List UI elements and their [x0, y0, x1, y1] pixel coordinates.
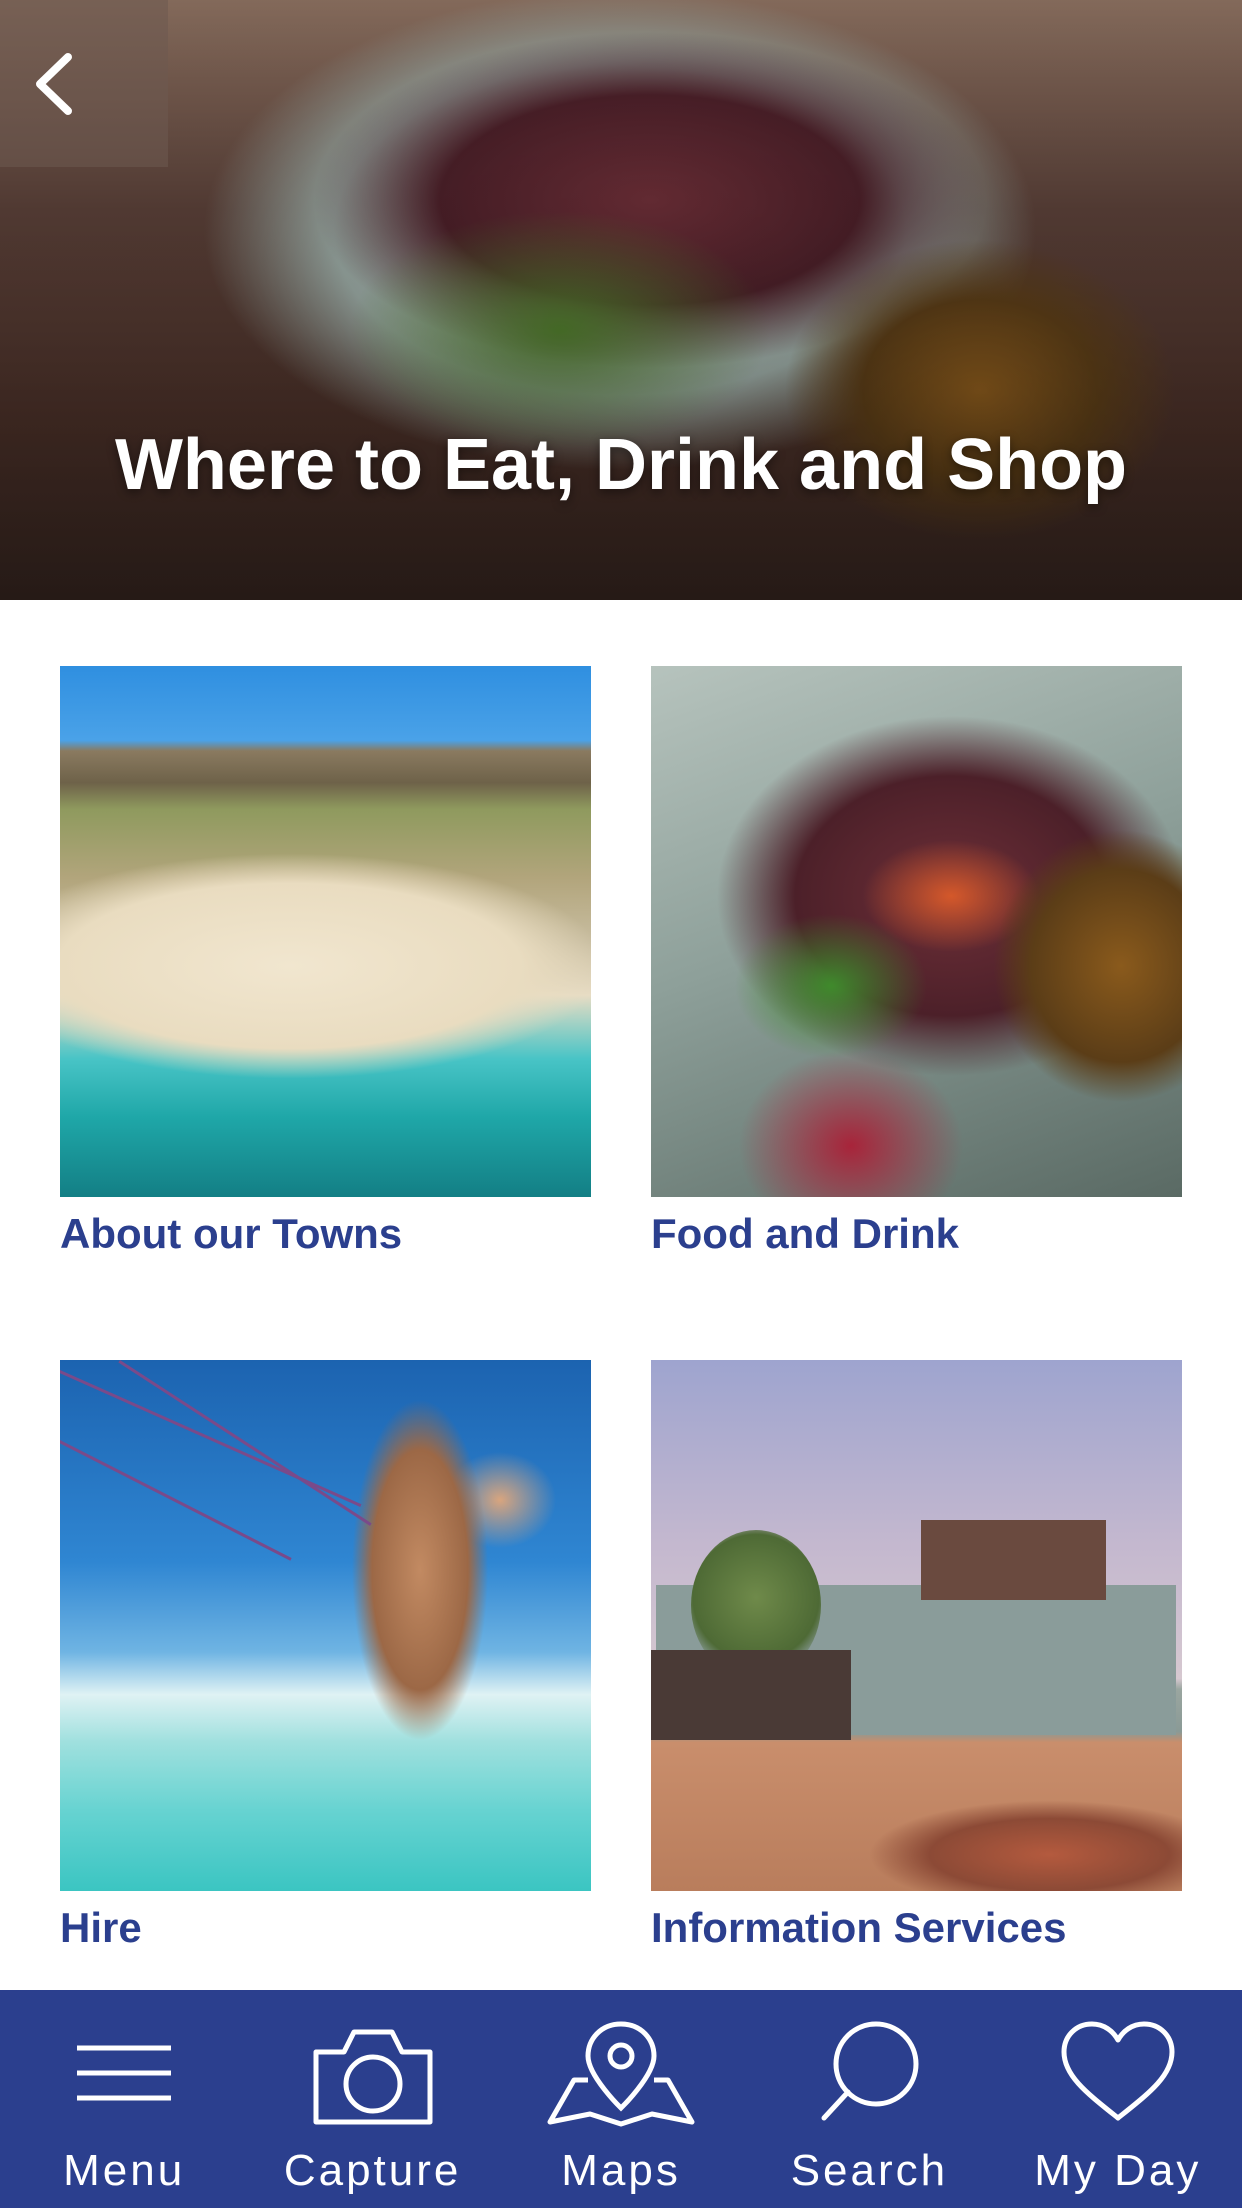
camera-icon [313, 2029, 433, 2125]
nav-menu[interactable]: Menu [0, 1990, 248, 2208]
building-sign [921, 1520, 1106, 1600]
tile-about-our-towns[interactable]: About our Towns [60, 666, 591, 1259]
page-title: Where to Eat, Drink and Shop [114, 425, 1128, 505]
nav-label: Maps [561, 2146, 681, 2195]
bottom-navigation: Menu Capture Maps Search My Day [0, 1990, 1242, 2208]
tile-label: Food and Drink [651, 1210, 959, 1257]
nav-label: Menu [63, 2146, 186, 2195]
tile-hire[interactable]: Hire [60, 1360, 591, 1953]
tile-image [60, 666, 591, 1197]
chevron-left-icon [36, 52, 72, 115]
nav-search[interactable]: Search [745, 1990, 993, 2208]
tile-image [651, 1360, 1182, 1891]
nav-maps[interactable]: Maps [497, 1990, 745, 2208]
tile-image [651, 666, 1182, 1197]
nav-my-day[interactable]: My Day [994, 1990, 1242, 2208]
hero-banner: Where to Eat, Drink and Shop [0, 0, 1242, 600]
tile-label: Hire [60, 1904, 142, 1951]
nav-label: Capture [283, 2146, 462, 2195]
hero-image [0, 0, 1242, 600]
nav-capture[interactable]: Capture [248, 1990, 496, 2208]
hamburger-icon [77, 2045, 172, 2101]
tile-label: About our Towns [60, 1210, 403, 1257]
tile-image [60, 1360, 591, 1891]
back-button[interactable] [0, 0, 168, 167]
nav-label: My Day [1034, 2146, 1202, 2195]
map-pin-icon [547, 2021, 695, 2127]
tile-information-services[interactable]: Information Services [651, 1360, 1182, 1953]
heart-icon [1061, 2021, 1175, 2121]
nav-label: Search [790, 2146, 949, 2195]
search-icon [821, 2021, 919, 2121]
tile-label: Information Services [651, 1904, 1067, 1951]
tile-food-and-drink[interactable]: Food and Drink [651, 666, 1182, 1259]
